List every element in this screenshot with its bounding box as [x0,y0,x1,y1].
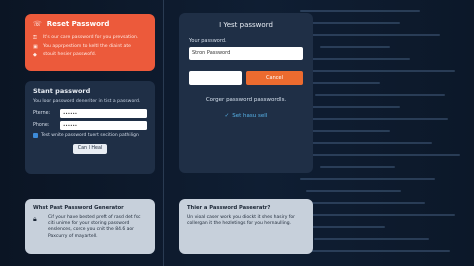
password-generator-info-card: Whst Past Password Generator 🔒︎ Cif your… [25,199,155,254]
check-icon: ✓ [224,113,230,119]
phone-field-row: Phone: •••••• [33,121,147,130]
stant-card-description: You loor password deneriter in tist a pa… [33,99,141,104]
phone-field[interactable]: •••••• [60,121,147,130]
bottom-right-text: Un vioal caser work you diockt it shes h… [187,215,295,227]
key-icon: ⚿ [33,35,37,41]
write-password-checkbox[interactable] [33,133,38,138]
reset-password-card: ☏ Reset Password ⚿ It's our care passwor… [25,14,155,71]
can-heal-button[interactable]: Can l Heal [73,144,107,154]
reset-card-title: Reset Password [46,20,110,28]
name-field-label: Pterne: [33,111,51,116]
set-link[interactable]: ✓ Set hasu sell [189,113,303,119]
phone-icon: ☏ [33,20,42,28]
bottom-left-text: Cif your have bested preft of rasd det f… [48,215,141,239]
vertical-divider [163,0,164,266]
forgot-password-link[interactable]: Corger password passwordls. [189,97,303,103]
name-field-row: Pterne: •••••• [33,109,147,118]
reset-line-3: ◆ stouit hesier passwofd. [33,52,97,58]
password-generator-faq-card: Thier a Password Paseeratr? Un vioal cas… [179,199,313,254]
stant-card-title: Stant password [33,87,91,95]
name-field[interactable]: •••••• [60,109,147,118]
password-label: Your password. [189,38,227,44]
cancel-button[interactable]: Cancel [246,71,303,85]
bottom-left-title: Whst Past Password Generator [33,205,124,211]
reset-line-1: ⚿ It's our care password for you prevsat… [33,35,139,41]
checkbox-row: Test wnite password tuert secition pathi… [33,133,147,138]
reset-line-2: ▣ You apprpestiom to keltl the diaint at… [33,43,131,50]
lock-icon: ▣ [33,43,38,50]
code-background [300,0,474,266]
phone-field-label: Phone: [33,123,50,128]
checkbox-label: Test wnite password tuert secition pathi… [41,133,139,138]
bottom-right-title: Thier a Password Paseeratr? [187,205,271,211]
secondary-input[interactable] [189,71,242,85]
password-input[interactable]: Stron Password [189,47,303,60]
stant-password-card: Stant password You loor password denerit… [25,81,155,174]
action-row: Cancel [189,71,303,85]
main-card-title: I Yest password [219,21,273,29]
lock-icon: 🔒︎ [33,215,37,223]
reset-card-header: ☏ Reset Password [33,20,147,28]
set-link-label: Set hasu sell [232,113,268,119]
test-password-card: I Yest password Your password. Stron Pas… [179,13,313,173]
bottom-left-body: 🔒︎ Cif your have bested preft of rasd de… [33,215,147,240]
shield-icon: ◆ [33,52,37,58]
